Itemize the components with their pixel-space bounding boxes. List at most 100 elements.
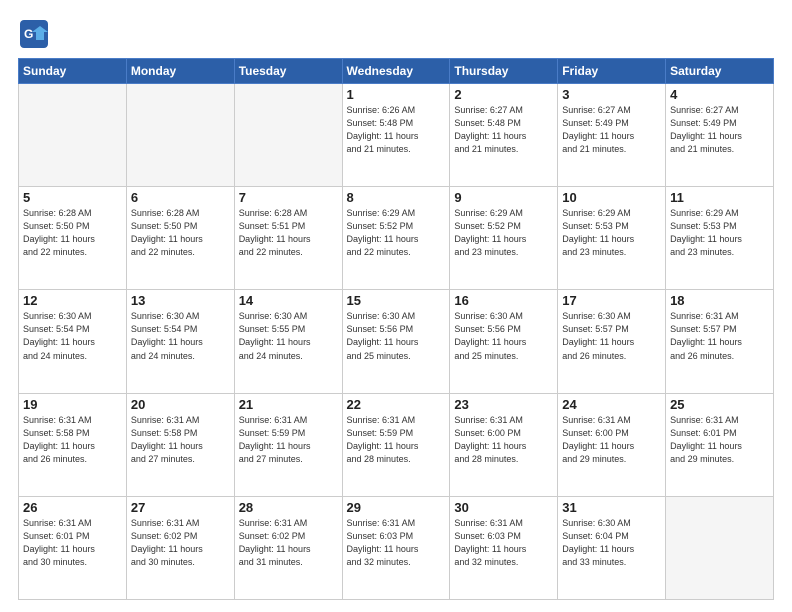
day-info: Sunrise: 6:27 AMSunset: 5:49 PMDaylight:…	[562, 104, 661, 156]
day-header-tuesday: Tuesday	[234, 59, 342, 84]
day-number: 10	[562, 190, 661, 205]
day-info: Sunrise: 6:30 AMSunset: 5:56 PMDaylight:…	[454, 310, 553, 362]
calendar-cell: 3 Sunrise: 6:27 AMSunset: 5:49 PMDaylight…	[558, 84, 666, 187]
calendar-cell: 13Sunrise: 6:30 AMSunset: 5:54 PMDayligh…	[126, 290, 234, 393]
day-info: Sunrise: 6:31 AMSunset: 6:03 PMDaylight:…	[347, 517, 446, 569]
day-number: 16	[454, 293, 553, 308]
day-info: Sunrise: 6:31 AMSunset: 5:59 PMDaylight:…	[347, 414, 446, 466]
day-info: Sunrise: 6:31 AMSunset: 6:00 PMDaylight:…	[454, 414, 553, 466]
day-info: Sunrise: 6:31 AMSunset: 5:58 PMDaylight:…	[23, 414, 122, 466]
calendar-cell: 28 Sunrise: 6:31 AMSunset: 6:02 PMDayligh…	[234, 496, 342, 599]
day-number: 25	[670, 397, 769, 412]
week-row-5: 26 Sunrise: 6:31 AMSunset: 6:01 PMDayligh…	[19, 496, 774, 599]
calendar-cell: 17 Sunrise: 6:30 AMSunset: 5:57 PMDayligh…	[558, 290, 666, 393]
day-info: Sunrise: 6:30 AMSunset: 5:55 PMDaylight:…	[239, 310, 338, 362]
calendar-cell: 16 Sunrise: 6:30 AMSunset: 5:56 PMDayligh…	[450, 290, 558, 393]
calendar-cell: 22 Sunrise: 6:31 AMSunset: 5:59 PMDayligh…	[342, 393, 450, 496]
calendar-cell: 31Sunrise: 6:30 AMSunset: 6:04 PMDayligh…	[558, 496, 666, 599]
day-number: 13	[131, 293, 230, 308]
calendar-cell: 23 Sunrise: 6:31 AMSunset: 6:00 PMDayligh…	[450, 393, 558, 496]
days-header-row: SundayMondayTuesdayWednesdayThursdayFrid…	[19, 59, 774, 84]
day-header-thursday: Thursday	[450, 59, 558, 84]
day-info: Sunrise: 6:26 AMSunset: 5:48 PMDaylight:…	[347, 104, 446, 156]
calendar-cell: 1 Sunrise: 6:26 AMSunset: 5:48 PMDaylight…	[342, 84, 450, 187]
calendar-cell	[666, 496, 774, 599]
calendar-cell: 20 Sunrise: 6:31 AMSunset: 5:58 PMDayligh…	[126, 393, 234, 496]
day-number: 28	[239, 500, 338, 515]
day-header-sunday: Sunday	[19, 59, 127, 84]
day-info: Sunrise: 6:28 AMSunset: 5:50 PMDaylight:…	[23, 207, 122, 259]
calendar-cell: 2 Sunrise: 6:27 AMSunset: 5:48 PMDaylight…	[450, 84, 558, 187]
day-info: Sunrise: 6:31 AMSunset: 6:02 PMDaylight:…	[131, 517, 230, 569]
day-info: Sunrise: 6:31 AMSunset: 6:01 PMDaylight:…	[23, 517, 122, 569]
calendar-table: SundayMondayTuesdayWednesdayThursdayFrid…	[18, 58, 774, 600]
day-info: Sunrise: 6:30 AMSunset: 5:54 PMDaylight:…	[23, 310, 122, 362]
day-number: 26	[23, 500, 122, 515]
day-info: Sunrise: 6:27 AMSunset: 5:48 PMDaylight:…	[454, 104, 553, 156]
calendar-cell: 11Sunrise: 6:29 AMSunset: 5:53 PMDayligh…	[666, 187, 774, 290]
day-info: Sunrise: 6:30 AMSunset: 6:04 PMDaylight:…	[562, 517, 661, 569]
calendar-cell: 19 Sunrise: 6:31 AMSunset: 5:58 PMDayligh…	[19, 393, 127, 496]
day-info: Sunrise: 6:31 AMSunset: 6:02 PMDaylight:…	[239, 517, 338, 569]
day-number: 8	[347, 190, 446, 205]
calendar-cell: 9Sunrise: 6:29 AMSunset: 5:52 PMDaylight…	[450, 187, 558, 290]
calendar-cell	[19, 84, 127, 187]
logo-icon: G	[18, 18, 50, 50]
week-row-2: 5 Sunrise: 6:28 AMSunset: 5:50 PMDaylight…	[19, 187, 774, 290]
day-number: 5	[23, 190, 122, 205]
calendar-cell: 30 Sunrise: 6:31 AMSunset: 6:03 PMDayligh…	[450, 496, 558, 599]
calendar-cell: 4Sunrise: 6:27 AMSunset: 5:49 PMDaylight…	[666, 84, 774, 187]
day-number: 4	[670, 87, 769, 102]
calendar-cell: 8 Sunrise: 6:29 AMSunset: 5:52 PMDaylight…	[342, 187, 450, 290]
day-number: 19	[23, 397, 122, 412]
calendar-cell: 25 Sunrise: 6:31 AMSunset: 6:01 PMDayligh…	[666, 393, 774, 496]
day-info: Sunrise: 6:31 AMSunset: 5:58 PMDaylight:…	[131, 414, 230, 466]
calendar-cell: 24 Sunrise: 6:31 AMSunset: 6:00 PMDayligh…	[558, 393, 666, 496]
day-number: 7	[239, 190, 338, 205]
page: G SundayMondayTuesdayWednesdayThursdayFr…	[0, 0, 792, 612]
calendar-cell: 18Sunrise: 6:31 AMSunset: 5:57 PMDayligh…	[666, 290, 774, 393]
week-row-1: 1 Sunrise: 6:26 AMSunset: 5:48 PMDaylight…	[19, 84, 774, 187]
day-info: Sunrise: 6:30 AMSunset: 5:57 PMDaylight:…	[562, 310, 661, 362]
day-number: 9	[454, 190, 553, 205]
calendar-cell: 26 Sunrise: 6:31 AMSunset: 6:01 PMDayligh…	[19, 496, 127, 599]
calendar-cell: 7 Sunrise: 6:28 AMSunset: 5:51 PMDaylight…	[234, 187, 342, 290]
day-info: Sunrise: 6:29 AMSunset: 5:52 PMDaylight:…	[347, 207, 446, 259]
logo: G	[18, 18, 52, 50]
calendar-cell: 27 Sunrise: 6:31 AMSunset: 6:02 PMDayligh…	[126, 496, 234, 599]
day-number: 15	[347, 293, 446, 308]
day-info: Sunrise: 6:31 AMSunset: 6:01 PMDaylight:…	[670, 414, 769, 466]
day-info: Sunrise: 6:29 AMSunset: 5:53 PMDaylight:…	[670, 207, 769, 259]
day-number: 17	[562, 293, 661, 308]
day-number: 2	[454, 87, 553, 102]
day-number: 22	[347, 397, 446, 412]
day-number: 6	[131, 190, 230, 205]
day-number: 3	[562, 87, 661, 102]
day-number: 27	[131, 500, 230, 515]
day-number: 21	[239, 397, 338, 412]
day-number: 23	[454, 397, 553, 412]
week-row-4: 19 Sunrise: 6:31 AMSunset: 5:58 PMDayligh…	[19, 393, 774, 496]
day-info: Sunrise: 6:31 AMSunset: 5:57 PMDaylight:…	[670, 310, 769, 362]
day-info: Sunrise: 6:31 AMSunset: 6:03 PMDaylight:…	[454, 517, 553, 569]
day-number: 14	[239, 293, 338, 308]
day-number: 24	[562, 397, 661, 412]
day-header-monday: Monday	[126, 59, 234, 84]
calendar-cell	[126, 84, 234, 187]
calendar-cell	[234, 84, 342, 187]
calendar-cell: 14 Sunrise: 6:30 AMSunset: 5:55 PMDayligh…	[234, 290, 342, 393]
header: G	[18, 18, 774, 50]
day-number: 30	[454, 500, 553, 515]
day-header-friday: Friday	[558, 59, 666, 84]
day-number: 1	[347, 87, 446, 102]
calendar-cell: 21 Sunrise: 6:31 AMSunset: 5:59 PMDayligh…	[234, 393, 342, 496]
svg-text:G: G	[24, 27, 33, 41]
day-info: Sunrise: 6:31 AMSunset: 5:59 PMDaylight:…	[239, 414, 338, 466]
day-info: Sunrise: 6:31 AMSunset: 6:00 PMDaylight:…	[562, 414, 661, 466]
day-number: 20	[131, 397, 230, 412]
day-info: Sunrise: 6:28 AMSunset: 5:51 PMDaylight:…	[239, 207, 338, 259]
day-number: 12	[23, 293, 122, 308]
day-info: Sunrise: 6:29 AMSunset: 5:53 PMDaylight:…	[562, 207, 661, 259]
calendar-cell: 6Sunrise: 6:28 AMSunset: 5:50 PMDaylight…	[126, 187, 234, 290]
calendar-cell: 15Sunrise: 6:30 AMSunset: 5:56 PMDayligh…	[342, 290, 450, 393]
